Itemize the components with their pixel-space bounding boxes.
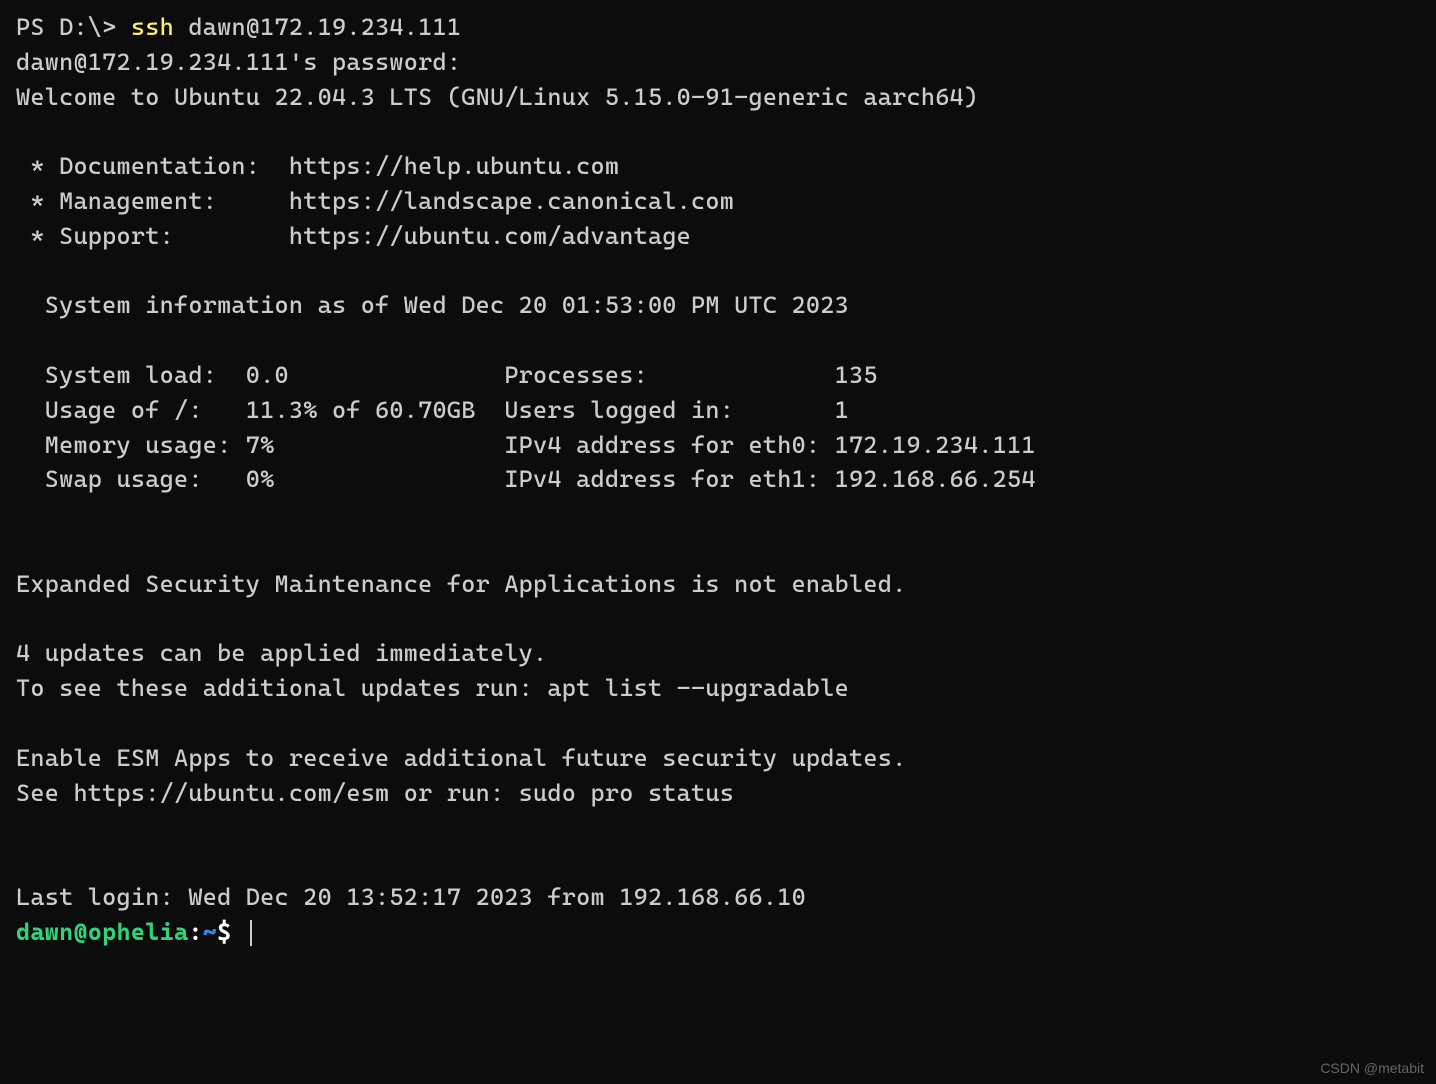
blank-line xyxy=(16,532,1420,567)
ssh-command: ssh xyxy=(131,13,174,41)
blank-line xyxy=(16,323,1420,358)
blank-line xyxy=(16,706,1420,741)
blank-line xyxy=(16,497,1420,532)
updates-line-2: To see these additional updates run: apt… xyxy=(16,671,1420,706)
esm-notice: Expanded Security Maintenance for Applic… xyxy=(16,567,1420,602)
stats-row-1: System load: 0.0 Processes: 135 xyxy=(16,358,1420,393)
ps-prompt-line: PS D:\> ssh dawn@172.19.234.111 xyxy=(16,10,1420,45)
blank-line xyxy=(16,845,1420,880)
last-login-line: Last login: Wed Dec 20 13:52:17 2023 fro… xyxy=(16,880,1420,915)
ssh-args: dawn@172.19.234.111 xyxy=(174,13,461,41)
cursor-icon xyxy=(250,920,252,946)
updates-line-1: 4 updates can be applied immediately. xyxy=(16,636,1420,671)
blank-line xyxy=(16,810,1420,845)
prompt-colon: : xyxy=(188,918,202,946)
prompt-dollar: $ xyxy=(217,918,246,946)
blank-line xyxy=(16,602,1420,637)
blank-line xyxy=(16,114,1420,149)
bash-prompt-line[interactable]: dawn@ophelia:~$ xyxy=(16,915,1420,950)
support-link-line: * Support: https://ubuntu.com/advantage xyxy=(16,219,1420,254)
welcome-line: Welcome to Ubuntu 22.04.3 LTS (GNU/Linux… xyxy=(16,80,1420,115)
stats-row-3: Memory usage: 7% IPv4 address for eth0: … xyxy=(16,428,1420,463)
sysinfo-header: System information as of Wed Dec 20 01:5… xyxy=(16,288,1420,323)
stats-row-2: Usage of /: 11.3% of 60.70GB Users logge… xyxy=(16,393,1420,428)
mgmt-link-line: * Management: https://landscape.canonica… xyxy=(16,184,1420,219)
stats-row-4: Swap usage: 0% IPv4 address for eth1: 19… xyxy=(16,462,1420,497)
prompt-path: ~ xyxy=(203,918,217,946)
blank-line xyxy=(16,254,1420,289)
watermark-text: CSDN @metabit xyxy=(1320,1058,1424,1078)
prompt-userhost: dawn@ophelia xyxy=(16,918,188,946)
password-prompt-line: dawn@172.19.234.111's password: xyxy=(16,45,1420,80)
esm-enable-1: Enable ESM Apps to receive additional fu… xyxy=(16,741,1420,776)
ps-prompt: PS D:\> xyxy=(16,13,131,41)
terminal-output[interactable]: PS D:\> ssh dawn@172.19.234.111 dawn@172… xyxy=(16,10,1420,950)
esm-enable-2: See https://ubuntu.com/esm or run: sudo … xyxy=(16,776,1420,811)
doc-link-line: * Documentation: https://help.ubuntu.com xyxy=(16,149,1420,184)
